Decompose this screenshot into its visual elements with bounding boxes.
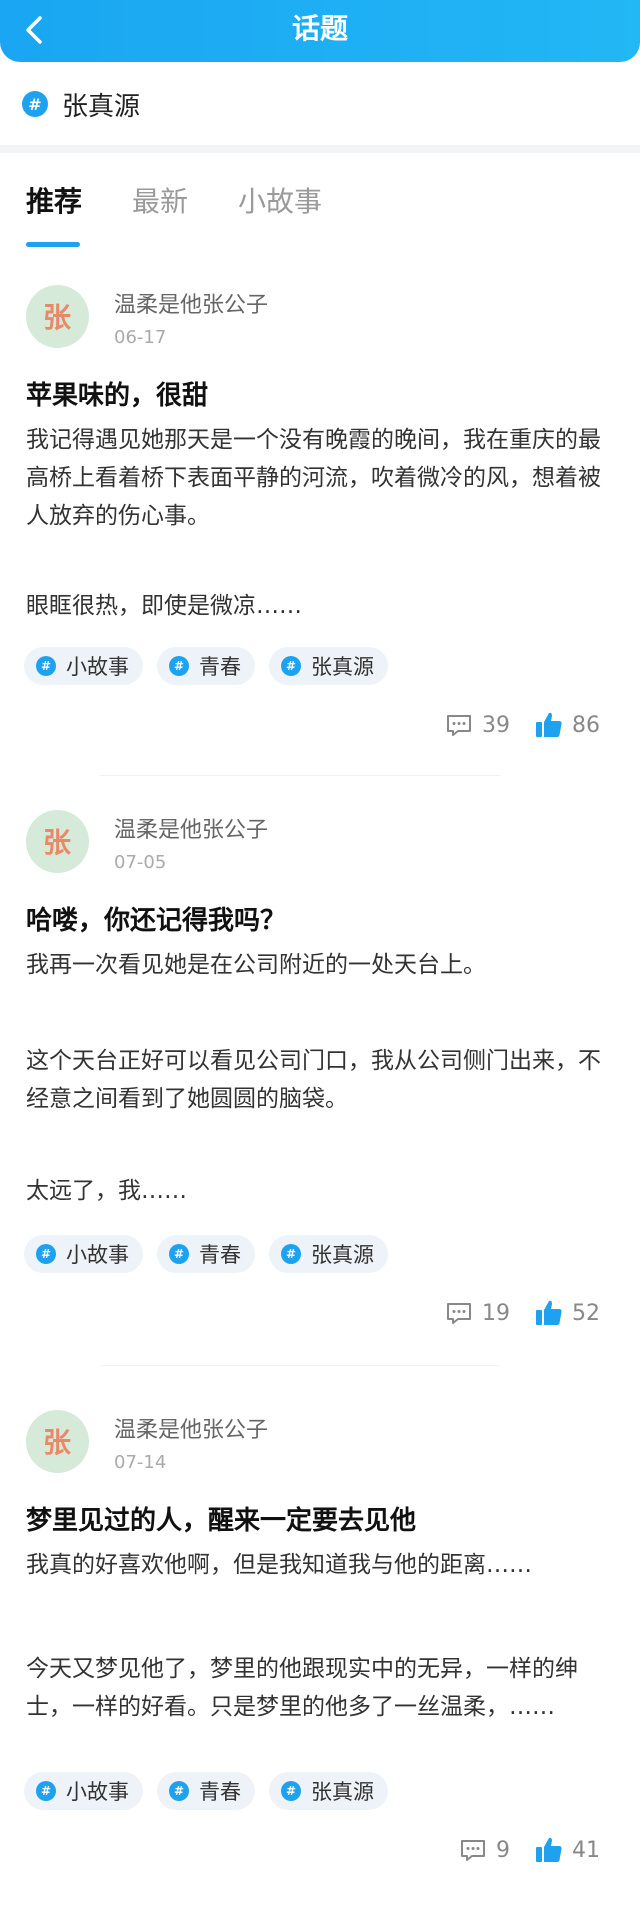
post-paragraph: 太远了，我…… — [26, 1178, 187, 1204]
comment-icon — [447, 1303, 471, 1324]
tag-chip[interactable]: # 小故事 — [24, 647, 143, 685]
author-name[interactable]: 温柔是他张公子 — [114, 812, 268, 844]
comment-button[interactable]: 19 — [444, 1298, 510, 1328]
like-count: 52 — [572, 1300, 600, 1326]
post-paragraph: 我真的好喜欢他啊，但是我知道我与他的距离…… — [26, 1552, 532, 1578]
post-paragraph: 这个天台正好可以看见公司门口，我从公司侧门出来，不经意之间看到了她圆圆的脑袋。 — [26, 1048, 601, 1112]
tag-label: 青春 — [199, 655, 241, 679]
like-button[interactable]: 52 — [534, 1298, 600, 1328]
hashtag-icon: # — [169, 1244, 189, 1264]
tag-chip[interactable]: # 张真源 — [269, 1772, 388, 1810]
avatar[interactable]: 张 — [26, 1410, 89, 1473]
hashtag-icon: # — [281, 1781, 301, 1801]
post-separator — [100, 1365, 500, 1366]
tag-label: 小故事 — [66, 1243, 129, 1267]
page-title: 话题 — [291, 12, 348, 45]
tag-chip[interactable]: # 小故事 — [24, 1772, 143, 1810]
tag-label: 青春 — [199, 1780, 241, 1804]
comment-icon — [461, 1840, 485, 1861]
tab-short-stories[interactable]: 小故事 — [238, 180, 322, 230]
avatar[interactable]: 张 — [26, 810, 89, 873]
post-paragraph: 我再一次看见她是在公司附近的一处天台上。 — [26, 952, 486, 978]
thumbs-up-icon — [536, 712, 562, 737]
tag-list: # 小故事 # 青春 # 张真源 — [24, 1772, 402, 1810]
post-date: 07-14 — [114, 1452, 167, 1473]
tab-bar: 推荐 最新 小故事 — [26, 180, 372, 230]
post-title[interactable]: 梦里见过的人，醒来一定要去见他 — [26, 1500, 416, 1537]
author-name[interactable]: 温柔是他张公子 — [114, 287, 268, 319]
hashtag-icon: # — [169, 656, 189, 676]
author-name[interactable]: 温柔是他张公子 — [114, 1412, 268, 1444]
hashtag-icon: # — [281, 1244, 301, 1264]
hashtag-icon: # — [36, 1244, 56, 1264]
post-stats: 9 41 — [458, 1835, 600, 1865]
like-button[interactable]: 41 — [534, 1835, 600, 1865]
avatar-text: 张 — [43, 826, 71, 859]
post-separator — [100, 775, 500, 776]
topic-name: 张真源 — [62, 91, 141, 122]
section-divider — [0, 145, 640, 153]
tag-chip[interactable]: # 张真源 — [269, 1235, 388, 1273]
avatar[interactable]: 张 — [26, 285, 89, 348]
like-count: 41 — [572, 1837, 600, 1863]
hashtag-icon: # — [36, 1781, 56, 1801]
tag-chip[interactable]: # 小故事 — [24, 1235, 143, 1273]
tag-label: 张真源 — [311, 655, 374, 679]
comment-count: 9 — [496, 1837, 510, 1863]
comment-button[interactable]: 39 — [444, 710, 510, 740]
tab-active-indicator — [26, 242, 80, 247]
like-button[interactable]: 86 — [534, 710, 600, 740]
hashtag-icon: # — [281, 656, 301, 676]
tag-list: # 小故事 # 青春 # 张真源 — [24, 1235, 402, 1273]
tag-label: 张真源 — [311, 1243, 374, 1267]
comment-count: 39 — [482, 712, 510, 738]
post-stats: 19 52 — [444, 1298, 600, 1328]
hashtag-icon: # — [36, 656, 56, 676]
tag-chip[interactable]: # 青春 — [157, 1235, 255, 1273]
tag-list: # 小故事 # 青春 # 张真源 — [24, 647, 402, 685]
hashtag-icon: # — [169, 1781, 189, 1801]
tab-latest[interactable]: 最新 — [132, 180, 188, 230]
tag-label: 青春 — [199, 1243, 241, 1267]
tab-recommended[interactable]: 推荐 — [26, 180, 82, 230]
post-date: 07-05 — [114, 852, 167, 873]
post-stats: 39 86 — [444, 710, 600, 740]
hashtag-icon: # — [22, 91, 48, 117]
comment-button[interactable]: 9 — [458, 1835, 510, 1865]
post-title[interactable]: 哈喽，你还记得我吗？ — [26, 900, 286, 937]
tag-label: 小故事 — [66, 655, 129, 679]
tag-chip[interactable]: # 青春 — [157, 1772, 255, 1810]
tag-chip[interactable]: # 青春 — [157, 647, 255, 685]
avatar-text: 张 — [43, 1426, 71, 1459]
comment-count: 19 — [482, 1300, 510, 1326]
tag-chip[interactable]: # 张真源 — [269, 647, 388, 685]
avatar-text: 张 — [43, 301, 71, 334]
post-paragraph: 我记得遇见她那天是一个没有晚霞的晚间，我在重庆的最高桥上看着桥下表面平静的河流，… — [26, 427, 601, 529]
post-paragraph: 今天又梦见他了，梦里的他跟现实中的无异，一样的绅士，一样的好看。只是梦里的他多了… — [26, 1656, 578, 1720]
tag-label: 小故事 — [66, 1780, 129, 1804]
thumbs-up-icon — [536, 1837, 562, 1862]
comment-icon — [447, 715, 471, 736]
like-count: 86 — [572, 712, 600, 738]
top-bar: 话题 — [0, 0, 640, 62]
post-paragraph: 眼眶很热，即使是微凉…… — [26, 593, 302, 619]
post-date: 06-17 — [114, 327, 167, 348]
post-title[interactable]: 苹果味的，很甜 — [26, 375, 208, 412]
tag-label: 张真源 — [311, 1780, 374, 1804]
topic-heading: # 张真源 — [22, 86, 140, 122]
thumbs-up-icon — [536, 1300, 562, 1325]
